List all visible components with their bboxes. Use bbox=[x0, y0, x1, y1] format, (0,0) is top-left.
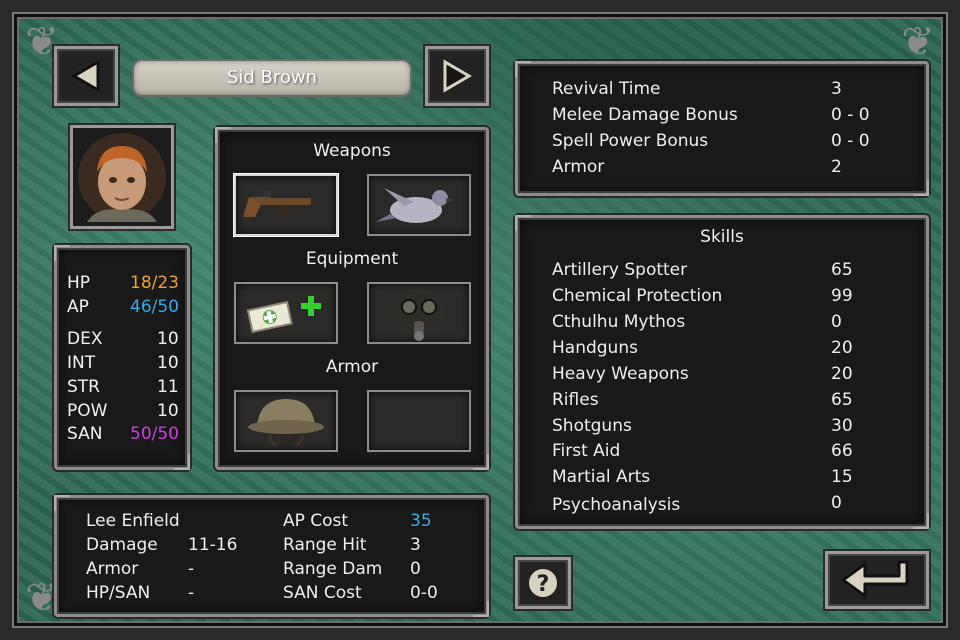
skill-label: Shotguns bbox=[552, 416, 632, 436]
armor-value: - bbox=[188, 559, 195, 579]
range-hit-value: 3 bbox=[410, 535, 421, 555]
skills-panel: Skills Artillery Spotter 65 Chemical Pro… bbox=[515, 215, 929, 529]
pow-label: POW bbox=[67, 401, 108, 421]
str-label: STR bbox=[67, 377, 100, 397]
bonus-label: Revival Time bbox=[552, 79, 661, 99]
back-button[interactable] bbox=[825, 551, 929, 609]
int-label: INT bbox=[67, 353, 96, 373]
bonuses-panel: Revival Time 3 Melee Damage Bonus 0 - 0 … bbox=[515, 61, 929, 196]
hp-label: HP bbox=[67, 273, 91, 293]
san-cost-label: SAN Cost bbox=[283, 583, 362, 603]
return-arrow-icon bbox=[841, 560, 909, 598]
skill-value: 0 bbox=[831, 312, 842, 332]
equipment-slot-1[interactable] bbox=[234, 282, 338, 344]
game-frame: ❦ ❦ ❦ ❦ Sid Brown HP 18/23 AP 46/50 D bbox=[0, 0, 960, 640]
skill-value: 15 bbox=[831, 467, 853, 487]
rifle-icon bbox=[243, 191, 319, 217]
bonus-value: 2 bbox=[831, 157, 842, 177]
bonus-label: Melee Damage Bonus bbox=[552, 105, 738, 125]
arrow-right-icon bbox=[443, 59, 472, 93]
character-portrait[interactable] bbox=[70, 125, 174, 229]
skill-value: 65 bbox=[831, 260, 853, 280]
skill-label: Heavy Weapons bbox=[552, 364, 689, 384]
weapon-slot-1[interactable] bbox=[234, 174, 338, 236]
skill-value: 20 bbox=[831, 364, 853, 384]
skill-value: 65 bbox=[831, 390, 853, 410]
bonus-value: 3 bbox=[831, 79, 842, 99]
armor-label: Armor bbox=[86, 559, 139, 579]
skill-value: 99 bbox=[831, 286, 853, 306]
dex-label: DEX bbox=[67, 329, 103, 349]
range-dam-label: Range Dam bbox=[283, 559, 383, 579]
skill-label: Handguns bbox=[552, 338, 638, 358]
ap-value: 46/50 bbox=[130, 297, 179, 317]
bonus-value: 0 - 0 bbox=[831, 105, 870, 125]
range-dam-value: 0 bbox=[410, 559, 421, 579]
skill-label: Rifles bbox=[552, 390, 599, 410]
weapons-title: Weapons bbox=[313, 141, 391, 161]
pigeon-icon bbox=[376, 188, 454, 223]
skill-value: 20 bbox=[831, 338, 853, 358]
stats-panel: HP 18/23 AP 46/50 DEX 10 INT 10 STR 11 P… bbox=[54, 245, 190, 470]
skill-value: 30 bbox=[831, 416, 853, 436]
int-value: 10 bbox=[157, 353, 179, 373]
skill-label: Martial Arts bbox=[552, 467, 651, 487]
skill-value: 0 bbox=[831, 493, 842, 513]
dex-value: 10 bbox=[157, 329, 179, 349]
item-details-panel: Lee Enfield Damage 11-16 Armor - HP/SAN … bbox=[54, 495, 489, 617]
damage-label: Damage bbox=[86, 535, 158, 555]
bonus-label: Armor bbox=[552, 157, 605, 177]
hpsan-value: - bbox=[188, 583, 195, 603]
equipment-title: Equipment bbox=[305, 249, 399, 269]
loadout-panel: Weapons Equipment Armor bbox=[215, 127, 489, 470]
skills-title: Skills bbox=[700, 227, 744, 247]
next-character-button[interactable] bbox=[425, 46, 489, 106]
bonus-value: 0 - 0 bbox=[831, 131, 870, 151]
first-aid-kit-icon bbox=[246, 296, 321, 334]
weapon-slot-2[interactable] bbox=[367, 174, 471, 236]
san-value: 50/50 bbox=[130, 424, 179, 444]
helmet-icon bbox=[248, 399, 324, 447]
arrow-left-icon bbox=[71, 59, 100, 93]
bonus-label: Spell Power Bonus bbox=[552, 131, 709, 151]
armor-slot-2-empty[interactable] bbox=[367, 390, 471, 452]
san-label: SAN bbox=[67, 424, 103, 444]
character-name: Sid Brown bbox=[132, 59, 412, 97]
str-value: 11 bbox=[157, 377, 179, 397]
previous-character-button[interactable] bbox=[54, 46, 118, 106]
armor-slot-1[interactable] bbox=[234, 390, 338, 452]
question-mark-icon: ? bbox=[527, 567, 559, 599]
portrait-face-icon bbox=[78, 133, 166, 222]
item-name: Lee Enfield bbox=[86, 511, 180, 531]
pow-value: 10 bbox=[157, 401, 179, 421]
skill-label: Psychoanalysis bbox=[552, 495, 681, 515]
hp-value: 18/23 bbox=[130, 273, 179, 293]
gas-mask-icon bbox=[393, 289, 445, 341]
ap-label: AP bbox=[67, 297, 89, 317]
damage-value: 11-16 bbox=[188, 535, 238, 555]
skill-value: 66 bbox=[831, 441, 853, 461]
hpsan-label: HP/SAN bbox=[86, 583, 151, 603]
skill-label: First Aid bbox=[552, 441, 621, 461]
ap-cost-value: 35 bbox=[410, 511, 432, 531]
ap-cost-label: AP Cost bbox=[283, 511, 349, 531]
equipment-slot-2[interactable] bbox=[367, 282, 471, 344]
skill-label: Artillery Spotter bbox=[552, 260, 688, 280]
skill-label: Chemical Protection bbox=[552, 286, 723, 306]
san-cost-value: 0-0 bbox=[410, 583, 438, 603]
svg-text:?: ? bbox=[537, 572, 550, 597]
armor-title: Armor bbox=[325, 357, 379, 377]
help-button[interactable]: ? bbox=[515, 557, 571, 609]
range-hit-label: Range Hit bbox=[283, 535, 367, 555]
skill-label: Cthulhu Mythos bbox=[552, 312, 686, 332]
